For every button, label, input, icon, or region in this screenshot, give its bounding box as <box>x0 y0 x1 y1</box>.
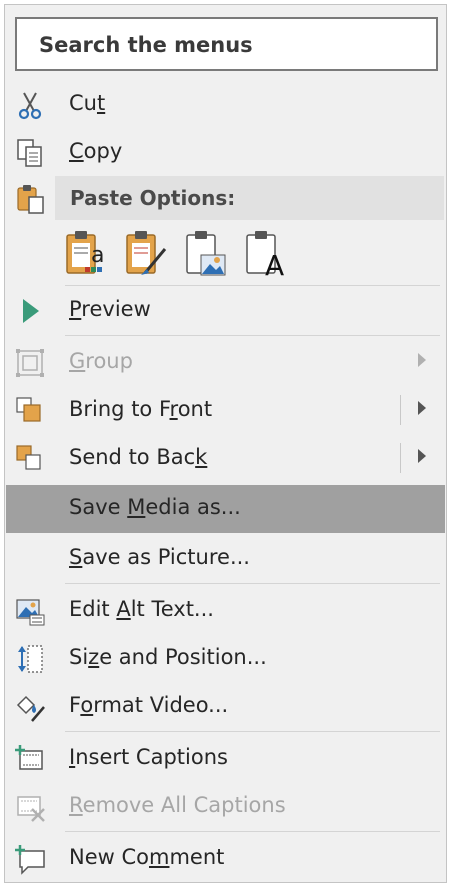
insert-captions-icon <box>15 745 43 770</box>
menu-item-label: Send to Back <box>69 445 208 469</box>
menu-item-label: Save as Picture... <box>69 545 250 569</box>
menu-item-label: Bring to Front <box>69 397 213 421</box>
paste-options-header: Paste Options: <box>55 176 444 220</box>
menu-item-label: Remove All Captions <box>69 793 286 817</box>
split-divider <box>400 443 401 473</box>
menu-item-remove-all-captions[interactable]: Remove All Captions <box>6 783 445 831</box>
menu-item-label: Size and Position... <box>69 645 267 669</box>
alt-text-icon <box>16 599 45 626</box>
menu-item-label: Edit Alt Text... <box>69 597 214 621</box>
menu-item-bring-to-front[interactable]: Bring to Front <box>6 387 445 435</box>
scissors-icon <box>18 92 42 120</box>
paste-use-destination-theme-button[interactable]: a <box>63 229 109 279</box>
menu-item-label: Cut <box>69 91 106 115</box>
play-icon <box>23 299 39 323</box>
menu-item-edit-alt-text[interactable]: Edit Alt Text... <box>6 587 445 635</box>
group-icon <box>16 349 44 377</box>
menu-item-label: Insert Captions <box>69 745 228 769</box>
format-video-icon <box>16 695 45 722</box>
copy-icon <box>17 139 42 167</box>
menu-item-label: Preview <box>69 297 151 321</box>
menu-item-save-as-picture[interactable]: Save as Picture... <box>6 535 445 583</box>
menu-item-save-media-as[interactable]: Save Media as... <box>6 485 445 533</box>
paste-destination-letter: a <box>91 243 105 268</box>
menu-separator <box>65 583 440 584</box>
bring-to-front-icon <box>16 397 41 422</box>
paste-text-only-letter: A <box>265 249 285 282</box>
menu-item-label: Group <box>69 349 133 373</box>
clipboard-icon <box>17 185 44 214</box>
menu-item-copy[interactable]: Copy <box>6 129 445 177</box>
menu-item-cut[interactable]: Cut <box>6 81 445 129</box>
search-menus-label: Search the menus <box>39 33 253 57</box>
menu-item-label: New Comment <box>69 845 225 869</box>
menu-item-label: Format Video... <box>69 693 229 717</box>
paste-source-formatting-icon <box>126 231 167 275</box>
context-menu: Search the menus Cut Copy Paste Options: <box>4 4 447 883</box>
paste-keep-text-only-button[interactable]: A <box>243 229 289 282</box>
submenu-arrow-icon <box>418 353 426 367</box>
split-divider <box>400 395 401 425</box>
submenu-arrow-icon[interactable] <box>418 401 426 415</box>
menu-item-insert-captions[interactable]: Insert Captions <box>6 735 445 783</box>
menu-item-send-to-back[interactable]: Send to Back <box>6 435 445 483</box>
menu-item-format-video[interactable]: Format Video... <box>6 683 445 731</box>
menu-item-group[interactable]: Group <box>6 339 445 387</box>
search-menus-input[interactable]: Search the menus <box>15 17 438 71</box>
size-position-icon <box>18 645 43 673</box>
remove-captions-icon <box>17 796 45 822</box>
new-comment-icon <box>15 845 45 875</box>
paste-keep-source-formatting-button[interactable] <box>123 229 169 279</box>
menu-separator <box>65 731 440 732</box>
menu-item-size-and-position[interactable]: Size and Position... <box>6 635 445 683</box>
paste-picture-icon <box>186 231 226 276</box>
menu-separator <box>65 285 440 286</box>
menu-item-preview[interactable]: Preview <box>6 287 445 335</box>
menu-item-new-comment[interactable]: New Comment <box>6 835 445 883</box>
menu-separator <box>65 335 440 336</box>
paste-options-label: Paste Options: <box>70 186 236 210</box>
submenu-arrow-icon[interactable] <box>418 449 426 463</box>
menu-item-label: Copy <box>69 139 123 163</box>
menu-separator <box>65 831 440 832</box>
paste-as-picture-button[interactable] <box>183 229 229 279</box>
send-to-back-icon <box>16 445 41 470</box>
menu-item-label: Save Media as... <box>69 495 241 519</box>
